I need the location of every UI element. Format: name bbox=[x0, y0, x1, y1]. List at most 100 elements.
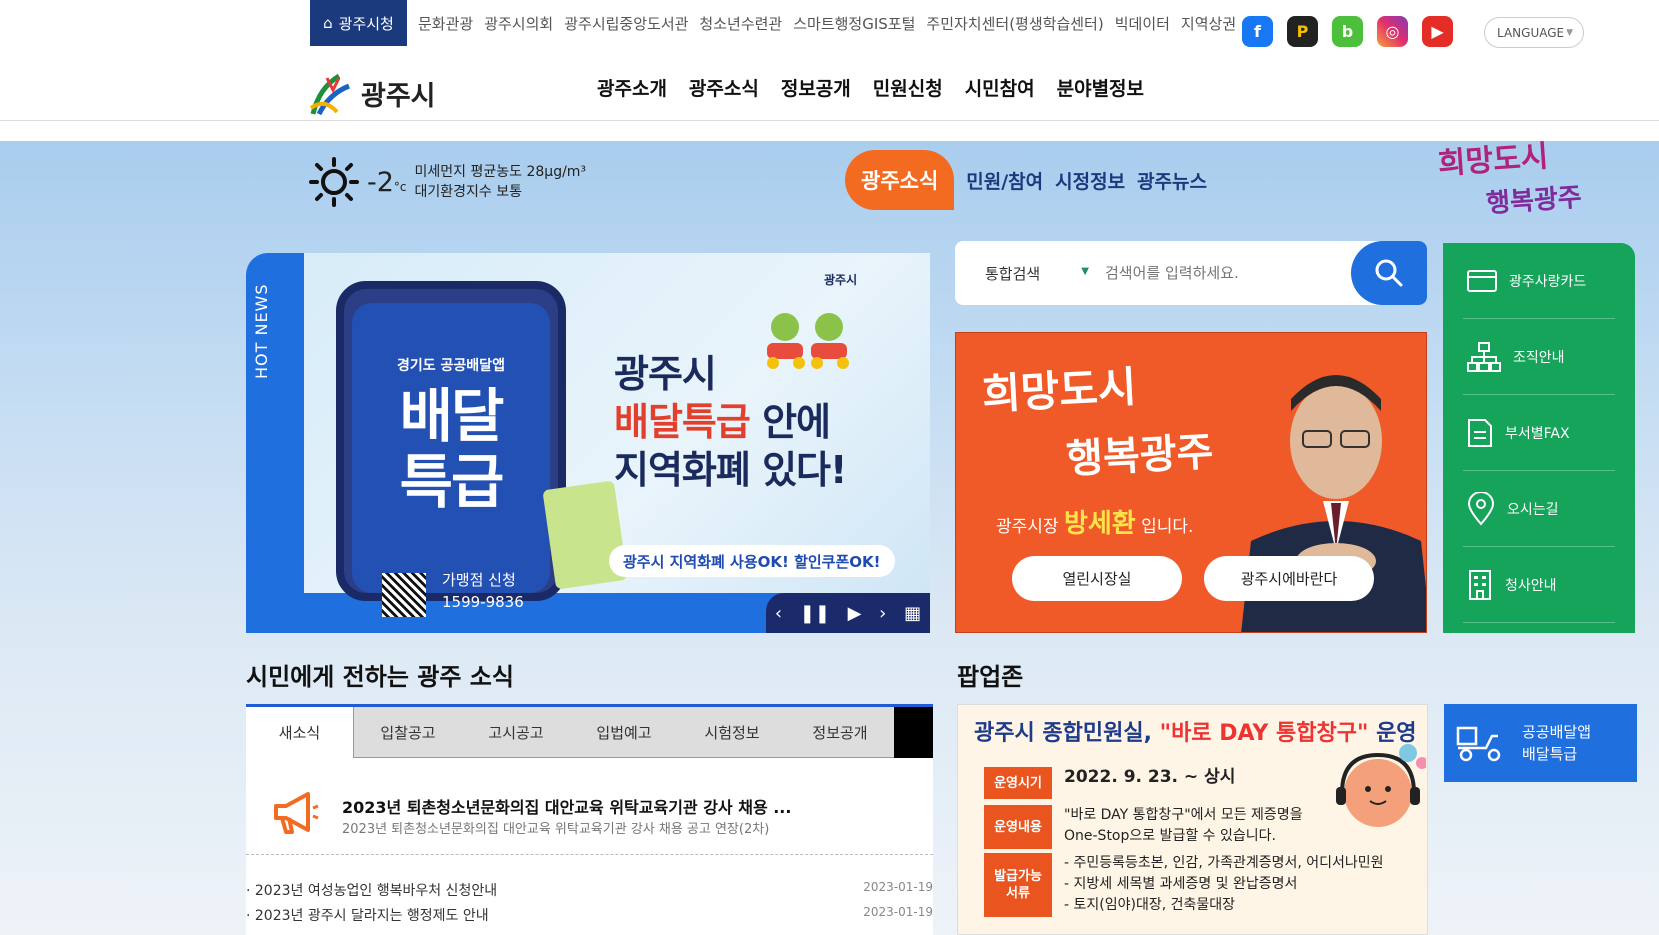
language-select[interactable]: LANGUAGE ▼ bbox=[1484, 17, 1584, 48]
mascot-headset-icon bbox=[1336, 744, 1426, 827]
open-mayor-office-button[interactable]: 열린시장실 bbox=[1012, 556, 1182, 601]
hot-news-banner[interactable]: 경기도 공공배달앱 배달 특급 가맹점 신청 1599-9836 광주시 광주시 배… bbox=[304, 253, 930, 617]
home-label: 광주시청 bbox=[338, 14, 394, 33]
popup-tag-content: 운영내용 bbox=[984, 805, 1052, 849]
quick-directions[interactable]: 오시는길 bbox=[1463, 471, 1615, 547]
delivery-scooter-icon bbox=[1456, 726, 1501, 762]
popup-tag-period: 운영시기 bbox=[984, 767, 1052, 799]
tab-exam-info[interactable]: 시험정보 bbox=[678, 707, 786, 758]
link-gis[interactable]: 스마트행정GIS포털 bbox=[793, 13, 915, 34]
logo-text: 광주시 bbox=[361, 80, 436, 112]
fax-icon bbox=[1468, 418, 1492, 447]
nav-field-info[interactable]: 분야별정보 bbox=[1057, 74, 1144, 101]
kakao-story-icon[interactable]: P bbox=[1287, 16, 1318, 47]
tab-legislation-notice[interactable]: 입법예고 bbox=[570, 707, 678, 758]
list-divider bbox=[246, 854, 933, 855]
delivery-app-label: 공공배달앱 배달특급 bbox=[1522, 723, 1592, 763]
list-item-date: 2023-01-19 bbox=[863, 880, 933, 894]
news-category-tabs: 광주소식 민원/참여 시정정보 광주뉴스 bbox=[845, 150, 1207, 210]
link-youth[interactable]: 청소년수련관 bbox=[699, 13, 782, 34]
search-button[interactable] bbox=[1351, 241, 1427, 305]
megaphone-icon bbox=[274, 792, 319, 834]
chevron-down-icon: ▼ bbox=[1081, 265, 1089, 277]
play-icon[interactable]: ▶ bbox=[848, 603, 862, 624]
phone-big-text: 배달 특급 bbox=[399, 382, 505, 516]
popup-zone-banner[interactable]: 광주시 종합민원실, "바로 DAY 통합창구" 운영 운영시기 2022. 9… bbox=[957, 704, 1428, 935]
popup-row-content: 운영내용 "바로 DAY 통합창구"에서 모든 제증명을 One-Stop으로 발… bbox=[984, 805, 1303, 849]
building-icon bbox=[1469, 569, 1491, 600]
popup-documents-text: - 주민등록등초본, 인감, 가족관계증명서, 어디서나민원 - 지방세 세목별 … bbox=[1064, 855, 1384, 913]
tab-bid-notice[interactable]: 입찰공고 bbox=[354, 707, 462, 758]
grid-view-icon[interactable]: ▦ bbox=[904, 603, 921, 624]
site-logo[interactable]: 광주시 bbox=[309, 68, 436, 118]
nav-info[interactable]: 정보공개 bbox=[781, 74, 851, 101]
air-quality: 미세먼지 평균농도 28μg/m³ 대기환경지수 보통 bbox=[415, 162, 587, 202]
temperature: -2°c bbox=[367, 166, 407, 198]
delivery-app-link[interactable]: 공공배달앱 배달특급 bbox=[1444, 704, 1637, 782]
tab-info-disclosure[interactable]: 정보공개 bbox=[786, 707, 894, 758]
pause-icon[interactable]: ❚❚ bbox=[800, 603, 830, 624]
phone-screen: 경기도 공공배달앱 배달 특급 가맹점 신청 1599-9836 bbox=[352, 303, 550, 617]
tab-local-news[interactable]: 광주뉴스 bbox=[1137, 167, 1207, 194]
shop-apply: 가맹점 신청 1599-9836 bbox=[442, 571, 524, 611]
quick-organization[interactable]: 조직안내 bbox=[1463, 319, 1615, 395]
quick-love-card[interactable]: 광주사랑카드 bbox=[1463, 243, 1615, 319]
carousel-controls: ‹ ❚❚ ▶ › ▦ bbox=[766, 593, 930, 633]
mayor-calligraphy-2: 행복광주 bbox=[1065, 428, 1215, 483]
list-item[interactable]: · 2023년 여성농업인 행복바우처 신청안내 2023-01-19 bbox=[246, 880, 933, 900]
tab-new-news[interactable]: 새소식 bbox=[246, 707, 354, 758]
list-item-date: 2023-01-19 bbox=[863, 905, 933, 919]
instagram-icon[interactable]: ◎ bbox=[1377, 16, 1408, 47]
popup-row-documents: 발급가능 서류 - 주민등록등초본, 인감, 가족관계증명서, 어디서나민원 - … bbox=[984, 853, 1384, 917]
list-item[interactable]: · 2023년 광주시 달라지는 행정제도 안내 2023-01-19 bbox=[246, 905, 933, 925]
site-links: 문화관광 광주시의회 광주시립중앙도서관 청소년수련관 스마트행정GIS포털 주… bbox=[418, 0, 1236, 46]
banner-brand: 광주시 bbox=[824, 273, 858, 287]
link-bigdata[interactable]: 빅데이터 bbox=[1115, 13, 1170, 34]
slogan-line2: 행복광주 bbox=[1485, 182, 1583, 220]
prev-icon[interactable]: ‹ bbox=[775, 603, 782, 624]
weather-widget: -2°c 미세먼지 평균농도 28μg/m³ 대기환경지수 보통 bbox=[309, 157, 586, 207]
banner-subtitle: 광주시 지역화폐 사용OK! 할인쿠폰OK! bbox=[609, 545, 895, 577]
nav-civil[interactable]: 민원신청 bbox=[873, 74, 943, 101]
nav-news[interactable]: 광주소식 bbox=[689, 74, 759, 101]
featured-news[interactable]: 2023년 퇴촌청소년문화의집 대안교육 위탁교육기관 강사 채용 ... 20… bbox=[272, 788, 912, 848]
tab-gwangju-news[interactable]: 광주소식 bbox=[845, 150, 955, 210]
quick-building[interactable]: 청사안내 bbox=[1463, 547, 1615, 623]
quick-fax[interactable]: 부서별FAX bbox=[1463, 395, 1615, 471]
featured-summary: 2023년 퇴촌청소년문화의집 대안교육 위탁교육기관 강사 채용 공고 연장(… bbox=[342, 822, 770, 837]
news-section-title: 시민에게 전하는 광주 소식 bbox=[246, 663, 514, 691]
quick-menu: 광주사랑카드 조직안내 부서별FAX 오시는길 청사안내 bbox=[1443, 243, 1635, 633]
tab-civil-participation[interactable]: 민원/참여 bbox=[966, 167, 1043, 194]
popup-row-period: 운영시기 2022. 9. 23. ~ 상시 bbox=[984, 767, 1235, 799]
tab-city-info[interactable]: 시정정보 bbox=[1055, 167, 1125, 194]
dust-level: 미세먼지 평균농도 28μg/m³ bbox=[414, 164, 587, 180]
link-council[interactable]: 광주시의회 bbox=[484, 13, 553, 34]
logo-mark-icon bbox=[309, 73, 350, 116]
youtube-icon[interactable]: ▶ bbox=[1422, 16, 1453, 47]
phone-illustration: 경기도 공공배달앱 배달 특급 가맹점 신청 1599-9836 bbox=[336, 281, 566, 617]
nav-about[interactable]: 광주소개 bbox=[597, 74, 667, 101]
mayor-name: 광주시장 방세환 입니다. bbox=[996, 509, 1194, 539]
home-link[interactable]: ⌂ 광주시청 bbox=[310, 0, 407, 46]
blog-icon[interactable]: b bbox=[1332, 16, 1363, 47]
link-commerce[interactable]: 지역상권 bbox=[1181, 13, 1236, 34]
qr-code-icon bbox=[382, 573, 426, 617]
link-culture[interactable]: 문화관광 bbox=[418, 13, 473, 34]
link-library[interactable]: 광주시립중앙도서관 bbox=[564, 13, 688, 34]
search-icon bbox=[1375, 259, 1403, 287]
facebook-icon[interactable]: f bbox=[1242, 16, 1273, 47]
search-category-select[interactable]: 통합검색 ▼ bbox=[955, 263, 1095, 284]
chevron-down-icon: ▼ bbox=[1566, 27, 1573, 38]
nav-participation[interactable]: 시민참여 bbox=[965, 74, 1035, 101]
tab-public-notice[interactable]: 고시공고 bbox=[462, 707, 570, 758]
tab-more-area bbox=[894, 707, 933, 758]
card-icon bbox=[1467, 269, 1497, 292]
search-input[interactable] bbox=[1095, 264, 1345, 282]
mascot-scooter-icon bbox=[767, 313, 849, 369]
header-divider bbox=[0, 120, 1659, 121]
featured-title: 2023년 퇴촌청소년문화의집 대안교육 위탁교육기관 강사 채용 ... bbox=[342, 798, 792, 817]
petition-button[interactable]: 광주시에바란다 bbox=[1204, 556, 1374, 601]
next-icon[interactable]: › bbox=[879, 603, 886, 624]
location-pin-icon bbox=[1467, 491, 1495, 526]
link-community-center[interactable]: 주민자치센터(평생학습센터) bbox=[926, 13, 1103, 34]
